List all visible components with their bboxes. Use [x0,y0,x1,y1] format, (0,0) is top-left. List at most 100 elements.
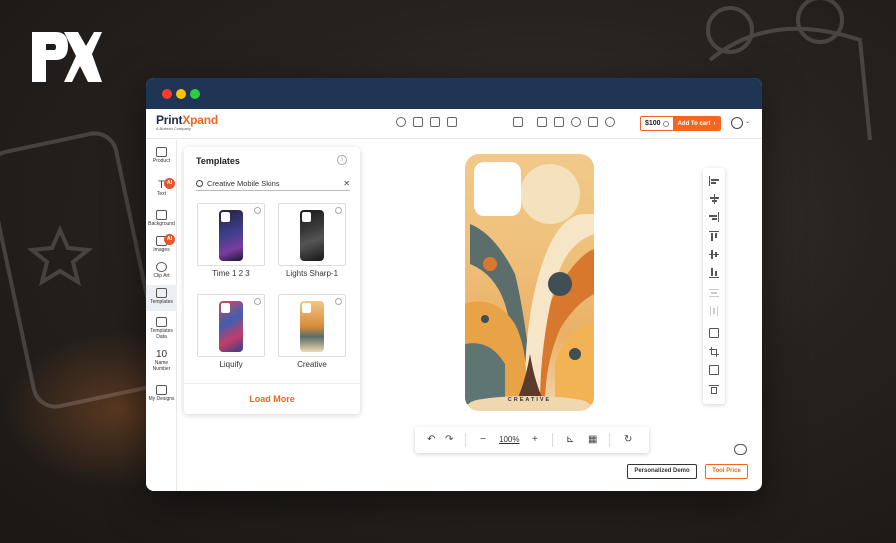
zoom-icon[interactable] [335,298,342,305]
template-thumbnail[interactable] [197,294,265,357]
clear-search-icon[interactable]: ✕ [343,179,350,188]
chevron-right-icon: › [713,120,716,127]
canvas-toolbar: ↶ ↷ − 100% + ⊾ ▦ ↻ [415,427,649,453]
background-phone-outline-icon [0,131,150,409]
sidebar-item-label: My Designs [148,396,175,402]
sidebar-item-clip-art[interactable]: Clip Art [146,262,177,280]
distribute-horizontal-icon[interactable] [709,306,719,316]
template-label: Liquify [219,360,243,369]
phone-case-canvas[interactable]: CREATIVE [465,154,594,411]
reset-icon[interactable]: ↻ [624,434,632,446]
phone-design-text: CREATIVE [507,397,552,403]
copy-icon[interactable] [709,328,719,338]
tool-price-button[interactable]: Tool Price [705,464,748,479]
zoom-icon[interactable] [254,298,261,305]
zoom-icon[interactable] [335,207,342,214]
window-titlebar [146,78,762,109]
user-icon[interactable] [731,117,743,129]
sidebar-item-label: Background [148,221,175,227]
template-search[interactable]: Creative Mobile Skins ✕ [196,177,350,191]
template-thumbnail[interactable] [197,203,265,266]
camera-cutout [221,212,230,222]
template-thumbnail[interactable] [278,203,346,266]
redo-icon[interactable]: ↷ [445,434,453,446]
camera-cutout [474,162,521,216]
template-label: Lights Sharp-1 [285,269,339,278]
templates-panel: Templates i Creative Mobile Skins ✕ Time… [184,147,360,414]
zoom-level[interactable]: 100% [499,435,519,444]
undo-icon[interactable]: ↶ [427,434,435,446]
trash-icon[interactable] [709,384,719,394]
3d-view-icon[interactable] [605,117,615,127]
sidebar-item-name-number[interactable]: 10 Name Number [146,350,177,373]
brand-logo[interactable]: PrintXpand A Biztech Company [156,113,218,131]
zoom-out-icon[interactable]: − [480,434,486,446]
px-logo-icon [32,32,102,82]
template-thumbnail[interactable] [278,294,346,357]
align-center-horizontal-icon[interactable] [709,194,719,204]
toolbar-divider [552,433,553,447]
sidebar-item-label: Product [152,158,171,164]
duplicate-icon[interactable] [447,117,457,127]
chevron-down-icon[interactable]: ⌄ [745,118,750,125]
sidebar-item-templates[interactable]: Templates [146,285,177,311]
personalized-demo-button[interactable]: Personalized Demo [627,464,697,479]
info-icon[interactable]: i [337,155,347,165]
download-icon[interactable] [537,117,547,127]
align-middle-vertical-icon[interactable] [709,249,719,259]
window-minimize-button[interactable] [176,89,186,99]
grid-icon[interactable]: ▦ [588,434,597,446]
template-phone-preview [219,210,243,261]
template-card[interactable]: Time 1 2 3 [197,203,265,278]
camera-cutout [221,303,230,313]
save-icon[interactable] [554,117,564,127]
sidebar-item-label: Templates Data [150,328,173,340]
window-maximize-button[interactable] [190,89,200,99]
template-label: Time 1 2 3 [212,269,250,278]
zoom-in-icon[interactable]: + [532,434,538,446]
app-window: PrintXpand A Biztech Company $100 Add To… [146,78,762,491]
qr-icon[interactable] [430,117,440,127]
box-icon [156,147,167,157]
template-label: Creative [297,360,327,369]
history-icon[interactable] [396,117,406,127]
name-number-icon: 10 [155,349,168,360]
sidebar-item-background[interactable]: Background [146,210,177,228]
template-card[interactable]: Creative [278,294,346,369]
template-phone-preview [300,210,324,261]
image-edit-icon[interactable] [709,365,719,375]
search-input[interactable]: Creative Mobile Skins [207,179,343,188]
crop-icon[interactable] [709,347,719,357]
add-to-cart-label: Add To cart [677,120,711,127]
align-right-icon[interactable] [709,212,719,222]
sidebar-item-text[interactable]: T AI Text [146,178,177,198]
window-close-button[interactable] [162,89,172,99]
price-cart-group: $100 Add To cart › [640,116,722,131]
align-left-icon[interactable] [709,176,719,186]
share-icon[interactable] [571,117,581,127]
align-bottom-icon[interactable] [709,268,719,278]
align-top-icon[interactable] [709,231,719,241]
sidebar-item-product[interactable]: Product [146,147,177,165]
layers-icon[interactable] [413,117,423,127]
load-more-button[interactable]: Load More [184,383,360,414]
fullscreen-icon[interactable] [513,117,523,127]
distribute-vertical-icon[interactable] [709,288,719,298]
template-card[interactable]: Lights Sharp-1 [278,203,346,278]
template-card[interactable]: Liquify [197,294,265,369]
price-value: $100 [645,120,661,127]
zoom-icon[interactable] [254,207,261,214]
ruler-icon[interactable]: ⊾ [566,434,574,446]
template-data-icon [156,317,167,327]
sidebar-item-label: Clip Art [153,273,170,279]
sidebar-item-templates-data[interactable]: Templates Data [146,317,177,341]
sidebar-item-images[interactable]: AI Images [146,234,177,254]
add-to-cart-button[interactable]: Add To cart › [672,117,721,130]
sidebar-item-my-designs[interactable]: My Designs [146,385,177,403]
chat-icon[interactable] [734,444,747,455]
price-info-icon[interactable] [662,120,669,127]
template-phone-preview [219,301,243,352]
toolbar-divider [609,433,610,447]
brand-name-part2: Xpand [182,113,219,127]
preview-icon[interactable] [588,117,598,127]
